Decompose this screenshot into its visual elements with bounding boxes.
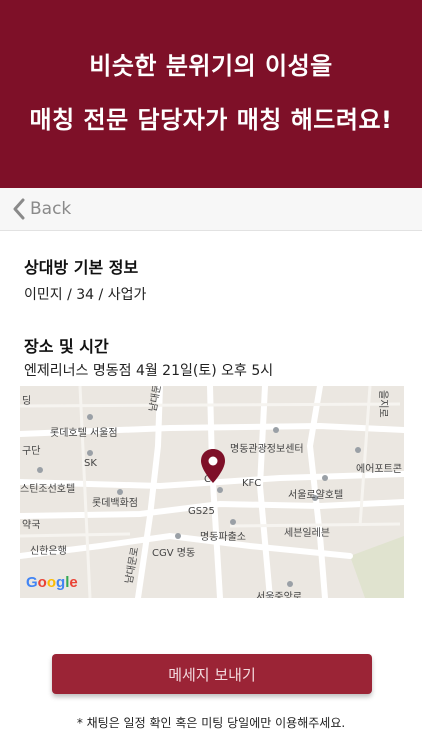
send-message-button[interactable]: 메세지 보내기	[52, 654, 372, 694]
banner-line-2: 매칭 전문 담당자가 매칭 해드려요!	[29, 106, 393, 134]
google-logo: Google	[26, 574, 78, 591]
header-banner: 비슷한 분위기의 이성을 매칭 전문 담당자가 매칭 해드려요!	[0, 0, 422, 188]
map-roads	[20, 386, 404, 598]
back-label: Back	[30, 199, 72, 219]
location-pin-icon[interactable]	[200, 448, 226, 488]
map-label-right-road: 을지로	[377, 390, 388, 418]
map-label-westin: 스틴조선호텔	[20, 484, 76, 495]
map-label-cgv: CGV 명동	[152, 548, 196, 559]
map-label-pharmacy: 약국	[22, 520, 41, 531]
venue-details: 엔제리너스 명동점 4월 21일(토) 오후 5시	[24, 363, 274, 379]
map-label-tourist-center: 명동관광정보센터	[230, 444, 304, 455]
map-label-building: 딩	[22, 396, 32, 407]
map-label-seven-eleven: 세븐일레븐	[284, 528, 330, 539]
map-label-sk: SK	[84, 458, 97, 469]
map-label-airport: 에어포트콘	[356, 464, 402, 475]
map-label-royal-hotel: 서울로얄호텔	[288, 490, 344, 501]
partner-info-title: 상대방 기본 정보	[24, 258, 139, 277]
banner-line-1: 비슷한 분위기의 이성을	[89, 52, 333, 80]
chevron-left-icon	[13, 198, 25, 220]
location-map[interactable]: 딩 롯데호텔 서울점 구단 SK 명동관광정보센터 에어포트콘 스틴조선호텔 K…	[20, 386, 404, 598]
partner-info-text: 이민지 / 34 / 사업가	[24, 287, 147, 303]
map-label-shinhan: 신한은행	[30, 546, 67, 557]
map-label-gu: 구단	[22, 446, 41, 457]
map-label-gs25: GS25	[188, 506, 215, 517]
venue-title: 장소 및 시간	[24, 337, 109, 356]
map-label-lotte-hotel: 롯데호텔 서울점	[50, 428, 118, 439]
chat-usage-note: * 채팅은 일정 확인 혹은 미팅 당일에만 이용해주세요.	[76, 716, 346, 730]
map-label-lotte-dept: 롯데백화점	[92, 498, 138, 509]
nav-bar: Back	[0, 188, 422, 231]
map-label-police: 명동파출소	[200, 532, 246, 543]
map-label-bottom: 서울중앙로	[256, 592, 302, 598]
back-button[interactable]: Back	[12, 196, 71, 222]
map-label-kfc: KFC	[242, 478, 262, 489]
